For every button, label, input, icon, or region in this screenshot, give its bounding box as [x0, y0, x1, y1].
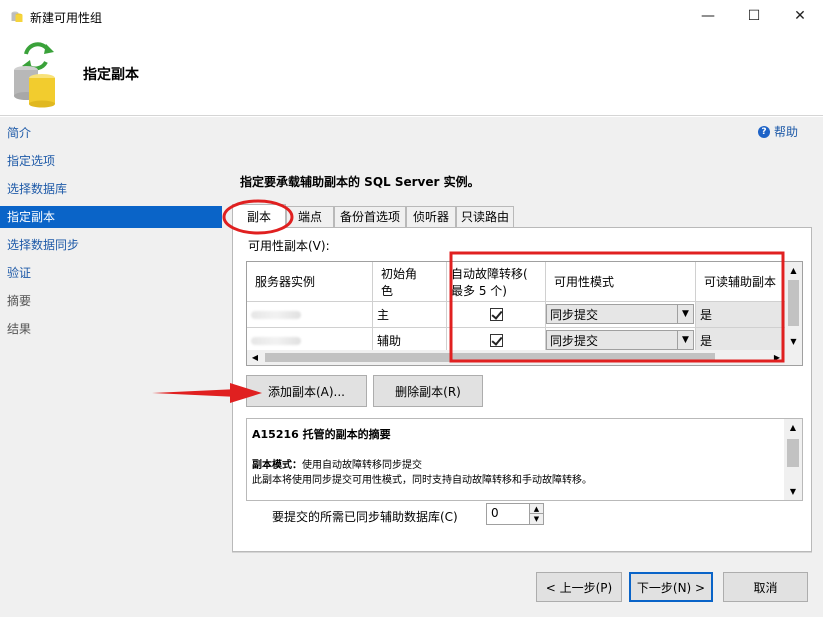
row2-readable-secondary-value: 是 [700, 334, 713, 348]
minimize-icon: — [701, 8, 715, 24]
summary-title: A15216 托管的副本的摘要 [252, 428, 391, 441]
chevron-down-icon[interactable]: ▼ [677, 305, 693, 323]
page-header: 指定副本 [0, 32, 823, 116]
redacted-server-name [251, 310, 301, 319]
summary-scroll-thumb[interactable] [787, 439, 799, 467]
tab-listener[interactable]: 侦听器 [406, 206, 456, 228]
scroll-left-icon[interactable]: ◀ [247, 350, 263, 365]
scroll-down-icon[interactable]: ▼ [784, 483, 802, 500]
summary-mode-line: 副本模式：使用自动故障转移同步提交 [252, 456, 422, 471]
close-button[interactable]: ✕ [777, 0, 823, 32]
replica-summary-box: A15216 托管的副本的摘要 副本模式：使用自动故障转移同步提交 此副本将使用… [246, 418, 803, 501]
nav-item-select-databases[interactable]: 选择数据库 [0, 178, 222, 200]
scroll-up-icon[interactable]: ▲ [785, 262, 802, 279]
nav-item-data-sync[interactable]: 选择数据同步 [0, 234, 222, 256]
spinner-up-icon[interactable]: ▲ [529, 504, 543, 514]
header-availability-mode[interactable]: 可用性模式 [546, 262, 696, 302]
tab-backup-preferences[interactable]: 备份首选项 [334, 206, 406, 228]
header-auto-failover-line2: 最多 5 个) [451, 283, 507, 298]
help-icon: ? [758, 125, 770, 138]
back-button[interactable]: < 上一步(P) [536, 572, 622, 602]
row1-availability-mode-select[interactable]: 同步提交 ▼ [546, 304, 694, 324]
header-readable-secondary[interactable]: 可读辅助副本 [696, 262, 787, 302]
scroll-right-icon[interactable]: ▶ [769, 350, 785, 365]
grid-vertical-scroll-thumb[interactable] [788, 280, 799, 326]
header-initial-role-line1: 初始角 [381, 266, 418, 281]
maximize-button[interactable]: ☐ [731, 0, 777, 32]
scroll-down-icon[interactable]: ▼ [785, 333, 802, 350]
cancel-button[interactable]: 取消 [723, 572, 808, 602]
row2-auto-failover-checkbox[interactable] [489, 334, 503, 347]
replicas-grid-label: 可用性副本(V): [248, 239, 330, 253]
row1-availability-mode-cell: 同步提交 ▼ [546, 302, 696, 328]
footer-separator [232, 552, 812, 553]
title-bar: 新建可用性组 — ☐ ✕ [0, 0, 823, 32]
chevron-down-icon[interactable]: ▼ [677, 331, 693, 349]
header-initial-role-line2: 色 [381, 283, 394, 298]
header-readable-secondary-label: 可读辅助副本 [704, 275, 777, 289]
summary-vertical-scrollbar[interactable]: ▲ ▼ [784, 419, 802, 500]
row1-auto-failover-checkbox[interactable] [489, 308, 503, 321]
spinner-down-icon[interactable]: ▼ [529, 514, 543, 524]
tab-endpoints[interactable]: 端点 [286, 206, 334, 228]
tab-replicas[interactable]: 副本 [232, 204, 286, 228]
remove-replica-button[interactable]: 删除副本(R) [373, 375, 483, 407]
grid-horizontal-scroll-thumb[interactable] [265, 353, 715, 362]
row2-availability-mode-select[interactable]: 同步提交 ▼ [546, 330, 694, 350]
nav-item-specify-options[interactable]: 指定选项 [0, 150, 222, 172]
nav-item-validation[interactable]: 验证 [0, 262, 222, 284]
wizard-nav: 简介 指定选项 选择数据库 指定副本 选择数据同步 验证 摘要 结果 [0, 117, 222, 617]
help-link[interactable]: ? 帮助 [758, 123, 798, 140]
row1-readable-secondary[interactable]: 是 [696, 302, 787, 328]
grid-horizontal-scrollbar[interactable]: ◀ ▶ [247, 350, 802, 365]
next-button[interactable]: 下一步(N) > [629, 572, 713, 602]
nav-item-introduction[interactable]: 简介 [0, 122, 222, 144]
row1-auto-failover[interactable] [447, 302, 546, 328]
header-auto-failover[interactable]: 自动故障转移( 最多 5 个) [447, 262, 546, 302]
help-label: 帮助 [774, 125, 799, 139]
row1-availability-mode-value: 同步提交 [550, 307, 599, 322]
row1-initial-role-value: 主 [377, 308, 390, 322]
header-auto-failover-line1: 自动故障转移( [451, 266, 528, 281]
nav-item-specify-replicas[interactable]: 指定副本 [0, 206, 222, 228]
header-availability-mode-label: 可用性模式 [554, 275, 615, 289]
header-server-instance[interactable]: 服务器实例 [247, 262, 373, 302]
sync-secondaries-value[interactable]: 0 [491, 506, 499, 520]
grid-vertical-scrollbar[interactable]: ▲ ▼ [785, 262, 802, 350]
row2-availability-mode-value: 同步提交 [550, 333, 599, 348]
scroll-up-icon[interactable]: ▲ [784, 419, 802, 436]
database-sync-icon [14, 42, 55, 108]
page-title: 指定副本 [83, 67, 139, 83]
add-replica-button[interactable]: 添加副本(A)... [246, 375, 367, 407]
redacted-server-name [251, 336, 301, 345]
sync-secondaries-label: 要提交的所需已同步辅助数据库(C) [272, 510, 458, 524]
summary-description: 此副本将使用同步提交可用性模式，同时支持自动故障转移和手动故障转移。 [252, 475, 592, 486]
window-title: 新建可用性组 [30, 11, 103, 25]
row1-readable-secondary-value: 是 [700, 308, 713, 322]
row1-server-instance[interactable] [247, 302, 373, 328]
nav-item-results: 结果 [7, 322, 32, 336]
availability-group-app-icon [11, 11, 23, 22]
summary-mode-value: 使用自动故障转移同步提交 [302, 460, 422, 471]
nav-item-summary: 摘要 [7, 294, 32, 308]
instruction-text: 指定要承载辅助副本的 SQL Server 实例。 [240, 175, 480, 189]
row1-initial-role: 主 [373, 302, 447, 328]
summary-mode-label: 副本模式： [252, 460, 302, 471]
header-server-instance-label: 服务器实例 [255, 275, 316, 289]
minimize-button[interactable]: — [685, 0, 731, 32]
sync-secondaries-spinner[interactable]: 0 ▲ ▼ [486, 503, 544, 525]
close-icon: ✕ [794, 8, 806, 24]
header-initial-role[interactable]: 初始角 色 [373, 262, 447, 302]
tab-readonly-routing[interactable]: 只读路由 [456, 206, 514, 228]
maximize-icon: ☐ [747, 8, 761, 24]
row2-initial-role-value: 辅助 [377, 334, 402, 348]
replicas-grid[interactable]: 服务器实例 初始角 色 自动故障转移( 最多 5 个) 可用性模式 可读辅助副本… [246, 261, 803, 366]
